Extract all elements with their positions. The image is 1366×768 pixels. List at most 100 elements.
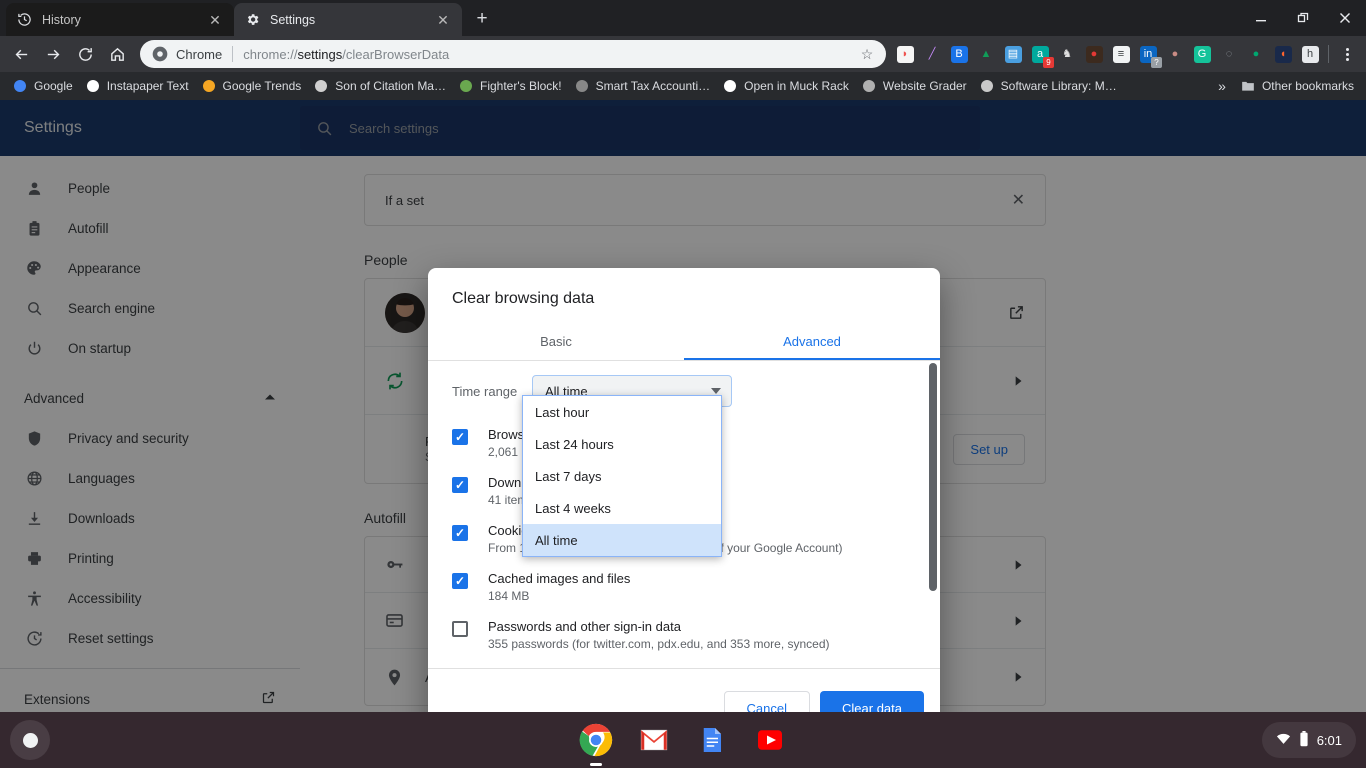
checkbox-label: Cached images and files (488, 571, 631, 586)
minimize-button[interactable] (1240, 0, 1282, 36)
bookmark-star-icon[interactable]: ☆ (858, 45, 876, 63)
pocket-extension[interactable]: ◗ (892, 41, 918, 67)
data-type-checkbox-row[interactable]: ✓ Cached images and files 184 MB (428, 563, 940, 611)
notes-extension[interactable]: ≡ (1108, 41, 1134, 67)
other-bookmarks-label: Other bookmarks (1261, 79, 1354, 93)
close-button[interactable] (1324, 0, 1366, 36)
back-icon[interactable] (6, 39, 36, 69)
tab-settings[interactable]: Settings ✕ (234, 3, 462, 36)
bookmark-item[interactable]: Software Library: M… (973, 75, 1123, 97)
reload-icon[interactable] (70, 39, 100, 69)
checkbox[interactable]: ✓ (452, 525, 468, 541)
cancel-button[interactable]: Cancel (723, 691, 811, 712)
scrollbar-thumb[interactable] (929, 363, 937, 591)
pin-extension[interactable]: ● (1243, 41, 1269, 67)
gear-icon (244, 12, 260, 28)
time-range-dropdown[interactable]: Last hour Last 24 hours Last 7 days Last 4 … (522, 395, 722, 557)
dialog-scrollbar[interactable] (928, 363, 938, 679)
extension-badge: ? (1151, 57, 1162, 68)
address-bar[interactable]: Chrome chrome://settings/clearBrowserDat… (140, 40, 886, 68)
launcher-button[interactable] (10, 720, 50, 760)
chevron-down-icon (711, 388, 721, 394)
close-icon[interactable]: ✕ (434, 11, 452, 29)
bookmark-item[interactable]: Google (6, 75, 79, 97)
bookmark-item[interactable]: Open in Muck Rack (716, 75, 855, 97)
bookmark-item[interactable]: Google Trends (195, 75, 308, 97)
google-drive-extension[interactable]: ▲ (973, 41, 999, 67)
google-icon (12, 78, 28, 94)
time-range-option[interactable]: Last 24 hours (523, 428, 721, 460)
data-type-checkbox-row[interactable]: Passwords and other sign-in data 355 pass… (428, 611, 940, 659)
maximize-button[interactable] (1282, 0, 1324, 36)
bookmark-label: Software Library: M… (1000, 79, 1117, 93)
active-indicator (590, 763, 602, 766)
bookmark-label: Son of Citation Ma… (335, 79, 446, 93)
grammarly-extension[interactable]: G (1189, 41, 1215, 67)
bookmark-item[interactable]: Instapaper Text (79, 75, 195, 97)
browser-window: History ✕ Settings ✕ + Chrome chrome://s… (0, 0, 1366, 712)
dialog-tabs: Basic Advanced (428, 322, 940, 361)
muckrack-icon (722, 78, 738, 94)
system-tray[interactable]: 6:01 (1261, 722, 1356, 758)
bookmark-label: Instapaper Text (106, 79, 189, 93)
checkbox[interactable]: ✓ (452, 573, 468, 589)
home-icon[interactable] (102, 39, 132, 69)
checkbox[interactable] (452, 621, 468, 637)
bookmark-item[interactable]: Fighter's Block! (452, 75, 568, 97)
omnibox-scheme-label: Chrome (176, 46, 223, 62)
bookmark-label: Google Trends (222, 79, 302, 93)
linkedin-extension[interactable]: in? (1135, 41, 1162, 68)
dialog-title: Clear browsing data (452, 290, 595, 307)
chrome-menu-icon[interactable] (1334, 39, 1360, 69)
bookmarks-overflow-icon[interactable]: » (1210, 78, 1234, 94)
checkbox[interactable]: ✓ (452, 429, 468, 445)
bluebird-extension[interactable]: B (946, 41, 972, 67)
docs-app[interactable] (692, 720, 732, 760)
checkbox[interactable]: ✓ (452, 477, 468, 493)
fighters-block-icon (458, 78, 474, 94)
citation-icon (313, 78, 329, 94)
time-range-option[interactable]: All time (523, 524, 721, 556)
ninja-extension[interactable]: ● (1081, 41, 1107, 67)
bookmark-label: Google (34, 79, 73, 93)
tab-basic[interactable]: Basic (428, 322, 684, 360)
omnibox-url: chrome://settings/clearBrowserData (243, 46, 450, 62)
chrome-icon (152, 46, 168, 62)
window-extension[interactable]: ▤ (1000, 41, 1026, 67)
chrome-app[interactable] (576, 720, 616, 766)
wifi-icon (1276, 731, 1291, 749)
new-tab-button[interactable]: + (468, 5, 496, 33)
chromeos-screen: History ✕ Settings ✕ + Chrome chrome://s… (0, 0, 1366, 768)
tab-history[interactable]: History ✕ (6, 3, 234, 36)
other-bookmarks-folder[interactable]: Other bookmarks (1234, 75, 1360, 97)
system-shelf: 6:01 (0, 712, 1366, 768)
bookmark-item[interactable]: Son of Citation Ma… (307, 75, 452, 97)
amazon-assistant-extension[interactable]: a9 (1027, 41, 1054, 68)
bookmark-item[interactable]: Website Grader (855, 75, 973, 97)
clear-data-button[interactable]: Clear data (820, 691, 924, 712)
close-icon[interactable]: ✕ (206, 11, 224, 29)
comment-extension[interactable]: ◌ (1216, 41, 1242, 67)
folder-icon (1240, 78, 1256, 94)
tab-advanced[interactable]: Advanced (684, 322, 940, 360)
honey-extension[interactable]: h (1297, 41, 1323, 67)
bookmarks-bar: Google Instapaper Text Google Trends Son of… (0, 72, 1366, 100)
bookmark-item[interactable]: Smart Tax Accounti… (568, 75, 717, 97)
browser-toolbar: Chrome chrome://settings/clearBrowserDat… (0, 36, 1366, 72)
apple-extension[interactable]: ● (1162, 41, 1188, 67)
youtube-app[interactable] (750, 720, 790, 760)
time-range-option[interactable]: Last 7 days (523, 460, 721, 492)
time-range-option[interactable]: Last 4 weeks (523, 492, 721, 524)
gmail-app[interactable] (634, 720, 674, 760)
bookmark-label: Open in Muck Rack (744, 79, 849, 93)
forward-icon[interactable] (38, 39, 68, 69)
omnibox-divider (232, 46, 234, 62)
extension-icons: ◗ ╱ B ▲ ▤ a 9 ♞ ● ≡ in? ● G ◌ ● ◖ h (892, 41, 1323, 68)
software-library-icon (979, 78, 995, 94)
semrush-extension[interactable]: ◖ (1270, 41, 1296, 67)
battery-icon (1299, 730, 1309, 750)
highlighter-extension[interactable]: ╱ (919, 41, 945, 67)
grammar-cat-extension[interactable]: ♞ (1054, 41, 1080, 67)
settings-page: Settings Search settings People Autofill… (0, 100, 1366, 712)
time-range-option[interactable]: Last hour (523, 396, 721, 428)
